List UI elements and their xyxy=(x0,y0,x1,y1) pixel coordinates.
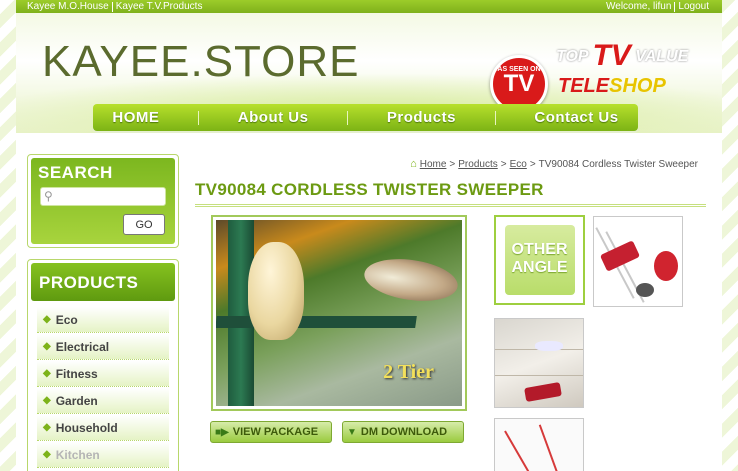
search-icon: ⚲ xyxy=(44,189,53,203)
category-label: Household xyxy=(55,420,118,435)
breadcrumb-home[interactable]: Home xyxy=(420,159,447,170)
bird-shape xyxy=(248,242,304,340)
category-item-eco[interactable]: ◆ Eco xyxy=(37,307,169,333)
search-go-button[interactable]: GO xyxy=(123,214,165,235)
other-angle-line1: OTHER xyxy=(511,241,568,258)
floor-scene xyxy=(495,319,583,407)
topbar-link-mo-house[interactable]: Kayee M.O.House xyxy=(24,0,112,13)
nav-contact-us[interactable]: Contact Us xyxy=(534,109,618,126)
dm-download-button[interactable]: ▼ DM DOWNLOAD xyxy=(342,421,464,443)
main-nav: HOME About Us Products Contact Us xyxy=(93,104,638,131)
search-input[interactable] xyxy=(40,187,166,206)
store-logo[interactable]: KAYEE.STORE xyxy=(42,37,359,87)
other-angle-line2: ANGLE xyxy=(511,259,568,276)
welcome-text: Welcome, lifun xyxy=(606,1,672,12)
products-title: PRODUCTS xyxy=(31,263,175,301)
category-label: Fitness xyxy=(55,366,98,381)
nav-home[interactable]: HOME xyxy=(112,109,159,126)
nav-divider xyxy=(494,110,496,125)
category-item-electrical[interactable]: ◆ Electrical xyxy=(37,334,169,360)
handle-shape xyxy=(538,424,562,471)
topvalue-value: VALUE xyxy=(635,48,689,65)
breadcrumb-eco[interactable]: Eco xyxy=(510,159,527,170)
product-main-image[interactable]: 2 Tier xyxy=(211,215,467,411)
feeder-tray xyxy=(216,316,417,328)
breadcrumb-separator: > xyxy=(500,158,507,170)
adapter-shape xyxy=(636,283,654,297)
breadcrumb-separator: > xyxy=(529,158,536,170)
cube-icon: ◆ xyxy=(43,395,51,406)
products-panel: PRODUCTS ◆ Eco ◆ Electrical ◆ Fitness ◆ Gard… xyxy=(27,259,179,471)
bird-shape xyxy=(361,253,461,307)
floor-tile-line xyxy=(495,375,583,376)
search-panel-inner: SEARCH ⚲ GO xyxy=(31,158,175,244)
category-label: Kitchen xyxy=(55,447,100,462)
category-label: Eco xyxy=(55,312,78,327)
category-label: Electrical xyxy=(55,339,110,354)
teleshop-tele: TELE xyxy=(558,75,610,97)
breadcrumb: ⌂ Home > Products > Eco > TV90084 Cordle… xyxy=(410,158,698,170)
handles-scene xyxy=(495,419,583,471)
logout-link[interactable]: Logout xyxy=(675,0,712,13)
nav-about-us[interactable]: About Us xyxy=(238,109,309,126)
cube-icon: ◆ xyxy=(43,314,51,325)
thumbnail-floor-demo[interactable] xyxy=(494,318,584,408)
thumbnail-handles[interactable] xyxy=(494,418,584,471)
charger-shape xyxy=(654,251,678,281)
breadcrumb-products[interactable]: Products xyxy=(458,159,497,170)
badge-big-text: TV xyxy=(503,70,535,97)
category-item-fitness[interactable]: ◆ Fitness xyxy=(37,361,169,387)
cube-icon: ◆ xyxy=(43,341,51,352)
breadcrumb-separator: > xyxy=(449,158,456,170)
nav-divider xyxy=(347,110,349,125)
view-package-label: VIEW PACKAGE xyxy=(232,426,319,438)
other-angle-label: OTHER ANGLE xyxy=(504,225,575,295)
thumbnail-other-angle[interactable]: OTHER ANGLE xyxy=(494,215,585,305)
handle-shape xyxy=(504,430,536,471)
topvalue-top: TOP xyxy=(556,48,589,65)
page: Kayee M.O.House Kayee T.V.Products Welco… xyxy=(16,0,722,471)
category-list: ◆ Eco ◆ Electrical ◆ Fitness ◆ Garden ◆ House… xyxy=(31,307,175,468)
top-bar: Kayee M.O.House Kayee T.V.Products Welco… xyxy=(16,0,722,13)
nav-divider xyxy=(198,110,200,125)
top-tv-value-logo: TOP TV VALUE xyxy=(556,35,689,72)
search-panel: SEARCH ⚲ GO xyxy=(27,154,179,248)
cube-icon: ◆ xyxy=(43,449,51,460)
breadcrumb-current: TV90084 Cordless Twister Sweeper xyxy=(538,158,698,170)
category-item-garden[interactable]: ◆ Garden xyxy=(37,388,169,414)
category-item-household[interactable]: ◆ Household xyxy=(37,415,169,441)
product-title: TV90084 CORDLESS TWISTER SWEEPER xyxy=(195,180,544,199)
teleshop-logo: TELESHOP xyxy=(558,75,666,98)
search-title: SEARCH xyxy=(38,163,113,182)
home-icon: ⌂ xyxy=(410,158,417,170)
thumbnail-sweeper-parts[interactable] xyxy=(593,216,683,307)
topvalue-tv: TV xyxy=(592,39,631,72)
video-camera-icon: ■▶ xyxy=(215,426,229,438)
dm-download-label: DM DOWNLOAD xyxy=(360,426,448,438)
category-item-kitchen[interactable]: ◆ Kitchen xyxy=(37,442,169,468)
image-caption: 2 Tier xyxy=(383,361,434,383)
download-icon: ▼ xyxy=(347,426,357,438)
topbar-link-tv-products[interactable]: Kayee T.V.Products xyxy=(113,0,206,13)
spill-shape xyxy=(535,341,563,351)
sweeper-shape xyxy=(524,381,562,403)
teleshop-shop: SHOP xyxy=(609,75,666,97)
cube-icon: ◆ xyxy=(43,422,51,433)
nav-products[interactable]: Products xyxy=(387,109,456,126)
title-divider xyxy=(195,204,706,207)
view-package-button[interactable]: ■▶ VIEW PACKAGE xyxy=(210,421,332,443)
product-video-frame: 2 Tier xyxy=(216,220,462,406)
category-label: Garden xyxy=(55,393,98,408)
cube-icon: ◆ xyxy=(43,368,51,379)
